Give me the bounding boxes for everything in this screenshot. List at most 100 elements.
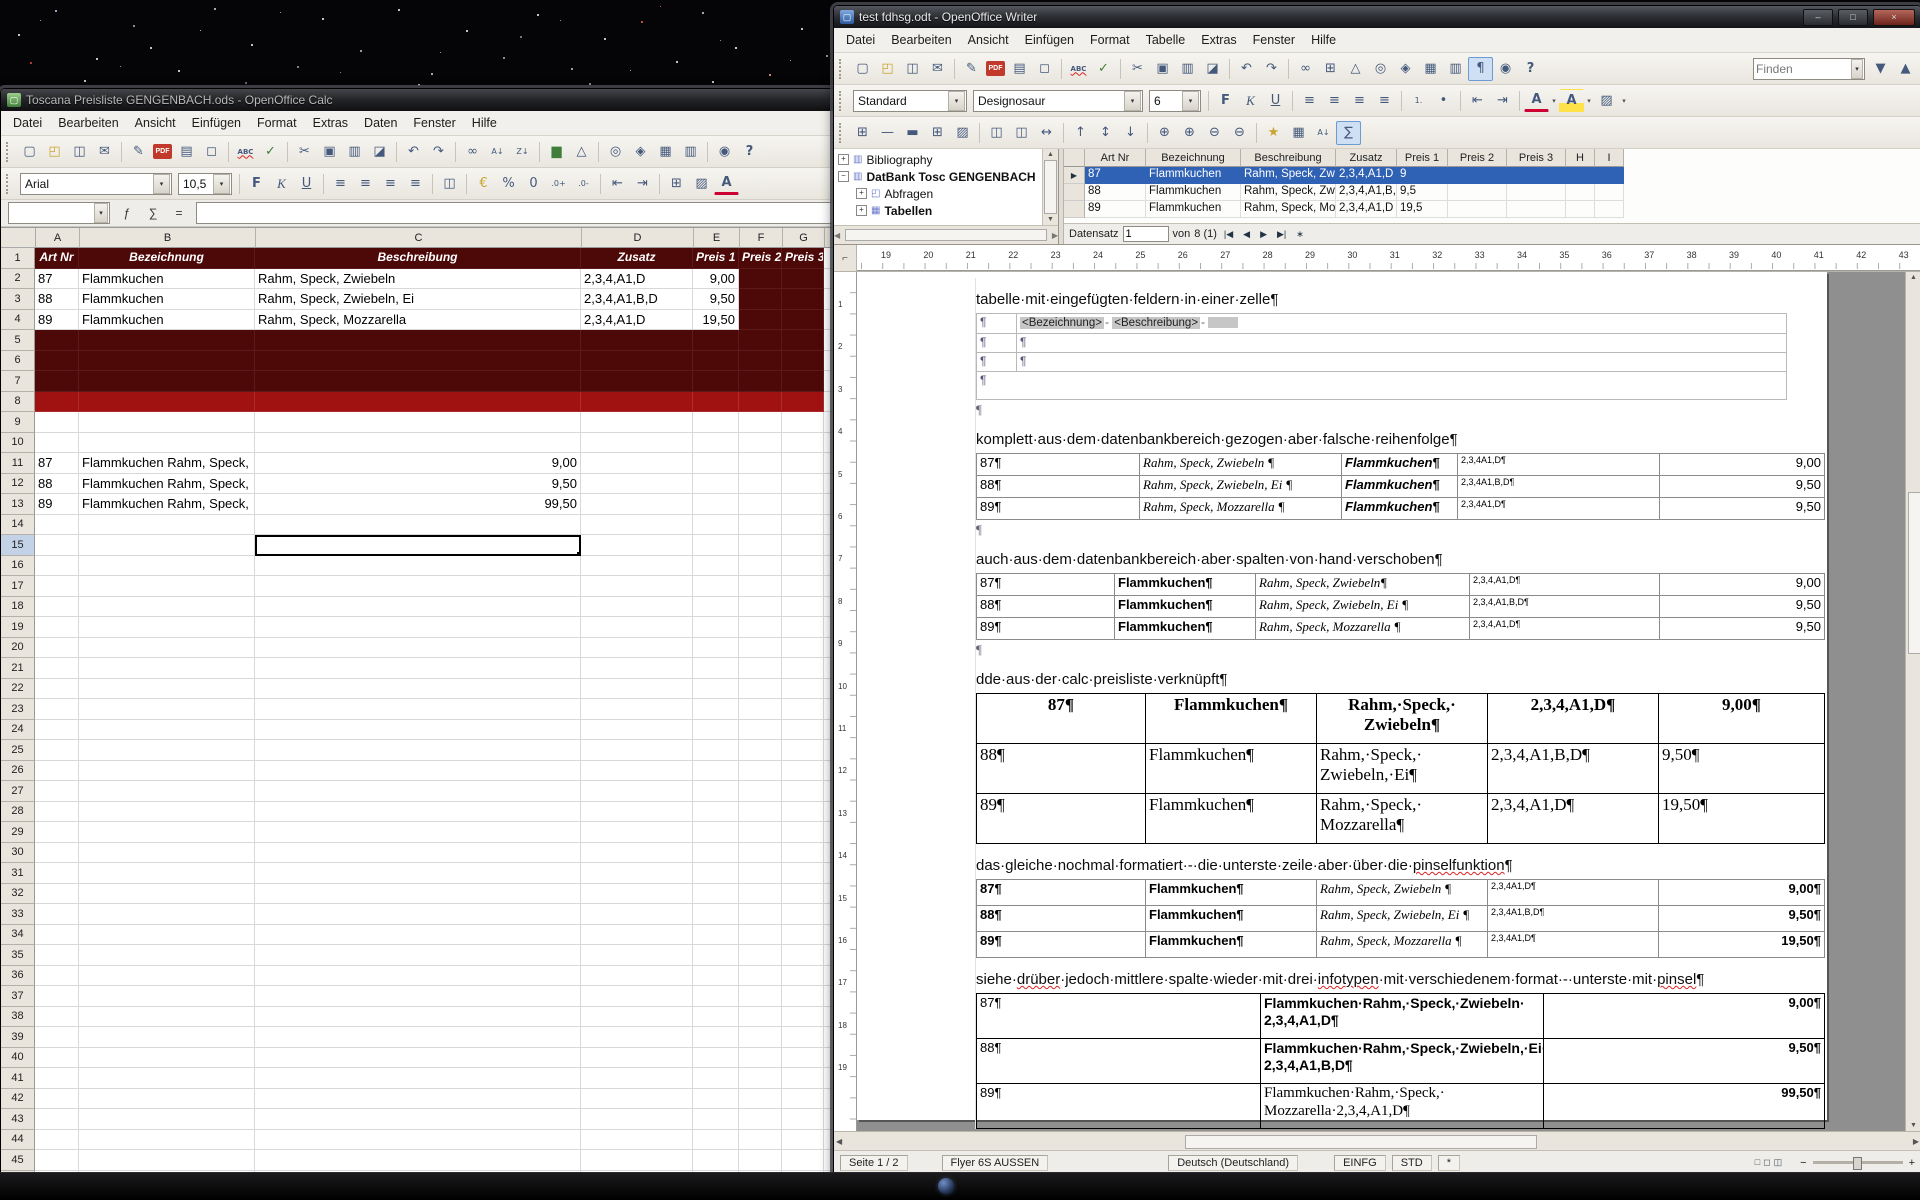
zoom-icon[interactable]: ◉: [1493, 57, 1518, 81]
last-record-icon[interactable]: ▶|: [1274, 229, 1289, 240]
record-handle[interactable]: [1064, 201, 1085, 218]
name-box[interactable]: ▾: [8, 202, 110, 224]
calc-cell-e12[interactable]: [693, 474, 739, 495]
calc-cell-g15[interactable]: [782, 535, 824, 556]
delete-row-icon[interactable]: ⊖: [1202, 121, 1227, 145]
doc-table-cell[interactable]: 87¶: [977, 454, 1140, 476]
highlight-color-icon[interactable]: A: [1559, 89, 1584, 113]
calc-cell-c20[interactable]: [255, 638, 581, 659]
calc-cell-f28[interactable]: [739, 802, 782, 823]
calc-row-header-8[interactable]: 8: [1, 392, 35, 413]
doc-table-cell[interactable]: 9,00¶: [1659, 694, 1825, 744]
ds-col-header[interactable]: Preis 2: [1448, 149, 1507, 167]
calc-cell-e17[interactable]: [693, 576, 739, 597]
calc-cell-g34[interactable]: [782, 925, 824, 946]
ds-cell[interactable]: [1448, 184, 1507, 201]
calc-cell-a36[interactable]: [35, 966, 79, 987]
calc-row-header-13[interactable]: 13: [1, 494, 35, 515]
toolbar-grip[interactable]: [6, 174, 12, 194]
calc-cell-f16[interactable]: [739, 556, 782, 577]
formatting-marks-icon[interactable]: ¶: [1468, 57, 1493, 81]
calc-cell-c25[interactable]: [255, 740, 581, 761]
calc-cell-g29[interactable]: [782, 822, 824, 843]
calc-cell-g40[interactable]: [782, 1048, 824, 1069]
calc-cell-d42[interactable]: [581, 1089, 693, 1110]
calc-cell-e7[interactable]: [693, 371, 739, 392]
calc-cell-b12[interactable]: Flammkuchen Rahm, Speck,: [79, 474, 255, 495]
calc-cell-d43[interactable]: [581, 1109, 693, 1130]
calc-cell-g9[interactable]: [782, 412, 824, 433]
doc-table-cell[interactable]: Flammkuchen¶: [1115, 574, 1256, 596]
email-icon[interactable]: ✉: [92, 140, 117, 164]
calc-cell-f30[interactable]: [739, 843, 782, 864]
calc-cell-c18[interactable]: [255, 597, 581, 618]
calc-cell-a43[interactable]: [35, 1109, 79, 1130]
zoom-icon[interactable]: ◉: [712, 140, 737, 164]
doc-table-cell[interactable]: Rahm, Speck, Mozzarella ¶: [1256, 618, 1470, 640]
ds-cell[interactable]: Rahm, Speck, Zwi: [1241, 167, 1336, 184]
calc-cell-e16[interactable]: [693, 556, 739, 577]
calc-cell-c6[interactable]: [255, 351, 581, 372]
calc-cell-a8[interactable]: [35, 392, 79, 413]
doc-table-cell[interactable]: 9,50: [1660, 618, 1825, 640]
doc-table-cell[interactable]: 2,3,4,A1,D¶: [1488, 794, 1659, 844]
calc-cell-a29[interactable]: [35, 822, 79, 843]
record-input[interactable]: [1123, 226, 1169, 242]
status-language[interactable]: Deutsch (Deutschland): [1168, 1155, 1298, 1171]
calc-row-header-5[interactable]: 5: [1, 330, 35, 351]
calc-cell-d25[interactable]: [581, 740, 693, 761]
numbered-list-icon[interactable]: 1.: [1406, 89, 1431, 113]
calc-cell-c13[interactable]: 99,50: [255, 494, 581, 515]
calc-cell-a14[interactable]: [35, 515, 79, 536]
calc-cell-d32[interactable]: [581, 884, 693, 905]
calc-cell-a13[interactable]: 89: [35, 494, 79, 515]
font-size-combo[interactable]: 10,5▾: [178, 173, 232, 195]
doc-table-cell[interactable]: <Bezeichnung>- <Beschreibung>-: [1017, 314, 1787, 334]
ds-tree-abfragen[interactable]: + ◰ Abfragen: [834, 185, 1042, 202]
calc-row-header-4[interactable]: 4: [1, 310, 35, 331]
calc-cell-b5[interactable]: [79, 330, 255, 351]
calc-row-header-34[interactable]: 34: [1, 925, 35, 946]
calc-cell-e14[interactable]: [693, 515, 739, 536]
ds-cell[interactable]: 2,3,4,A1,B,: [1336, 184, 1397, 201]
expand-icon[interactable]: +: [856, 205, 867, 216]
previous-record-icon[interactable]: ◀: [1240, 229, 1253, 240]
ds-cell[interactable]: Flammkuchen: [1146, 184, 1241, 201]
calc-cell-e11[interactable]: [693, 453, 739, 474]
calc-cell-a45[interactable]: [35, 1150, 79, 1171]
sort-icon[interactable]: A↓: [1311, 121, 1336, 145]
calc-cell-b18[interactable]: [79, 597, 255, 618]
field-chip-small[interactable]: [1208, 317, 1238, 328]
calc-col-header-f[interactable]: F: [740, 228, 783, 248]
calc-cell-g26[interactable]: [782, 761, 824, 782]
help-icon[interactable]: ?: [1518, 57, 1543, 81]
font-name-combo[interactable]: Arial▾: [20, 173, 172, 195]
merge-cells-icon[interactable]: ◫: [437, 172, 462, 196]
increase-indent-icon[interactable]: ⇥: [630, 172, 655, 196]
calc-cell-e3[interactable]: 9,50: [693, 289, 739, 310]
calc-cell-a21[interactable]: [35, 658, 79, 679]
undo-icon[interactable]: ↶: [401, 140, 426, 164]
calc-cell-a2[interactable]: 87: [35, 269, 79, 290]
doc-table-cell[interactable]: Flammkuchen¶: [1146, 906, 1317, 932]
document-vertical-scrollbar[interactable]: ▲ ▼: [1905, 272, 1920, 1131]
calc-row-header-21[interactable]: 21: [1, 658, 35, 679]
redo-icon[interactable]: ↷: [1259, 57, 1284, 81]
calc-cell-f45[interactable]: [739, 1150, 782, 1171]
doc-table-cell[interactable]: 2,3,4A1,D¶: [1458, 454, 1660, 476]
doc-table-cell[interactable]: Rahm,·Speck,· Zwiebeln,·Ei¶: [1317, 744, 1488, 794]
ds-col-header[interactable]: Beschreibung: [1241, 149, 1336, 167]
horizontal-ruler[interactable]: 1920212223242526272829303132333435363738…: [857, 245, 1920, 271]
calc-cell-e22[interactable]: [693, 679, 739, 700]
find-input[interactable]: [1754, 60, 1850, 78]
calc-cell-f27[interactable]: [739, 781, 782, 802]
calc-row-header-33[interactable]: 33: [1, 904, 35, 925]
doc-table-cell[interactable]: 2,3,4,A1,B,D¶: [1488, 744, 1659, 794]
calc-cell-e32[interactable]: [693, 884, 739, 905]
calc-cell-d21[interactable]: [581, 658, 693, 679]
calc-cell-g30[interactable]: [782, 843, 824, 864]
doc-table-cell[interactable]: 88¶: [977, 476, 1140, 498]
pdf-export-icon[interactable]: PDF: [986, 61, 1005, 76]
ds-cell[interactable]: 2,3,4,A1,D: [1336, 167, 1397, 184]
empty-paragraph[interactable]: ¶: [976, 402, 1825, 418]
